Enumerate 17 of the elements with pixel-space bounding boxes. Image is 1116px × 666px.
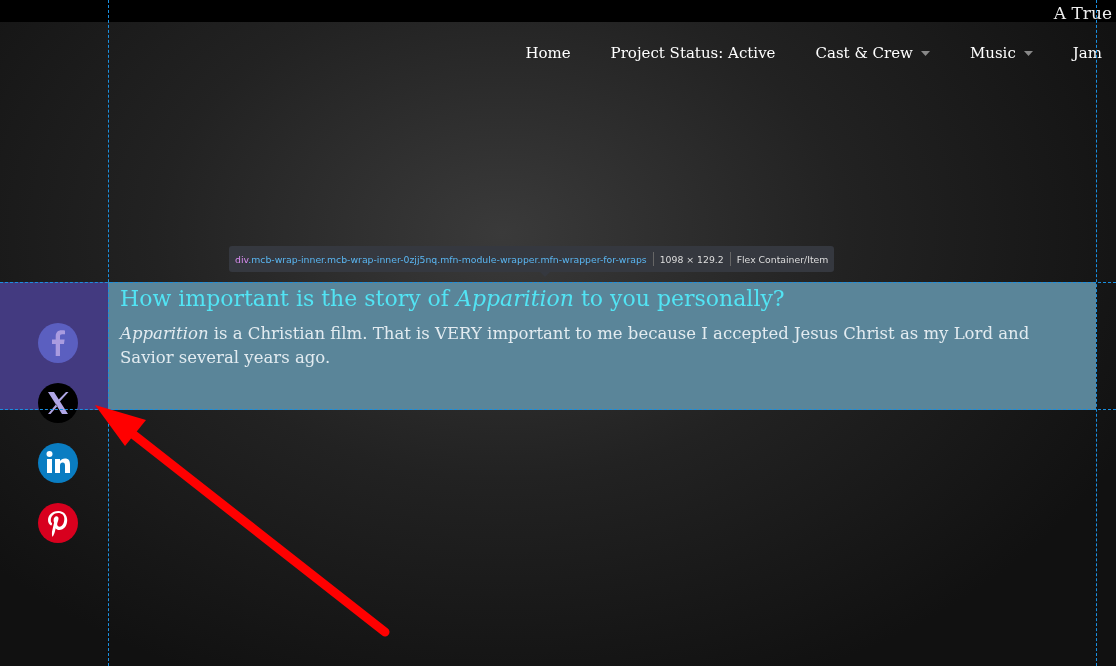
element-selector: div.mcb-wrap-inner.mcb-wrap-inner-0zjj5nq.mfn-module-wrapper.mfn-wrapper-for-wraps xyxy=(235,253,647,265)
nav-link[interactable]: Project Status: Active xyxy=(590,41,796,65)
element-role: Flex Container/Item xyxy=(736,253,829,265)
section-heading: How important is the story of Apparition to you personally? xyxy=(120,285,786,313)
nav-link[interactable]: Music xyxy=(949,41,1053,65)
caret-icon xyxy=(920,50,930,56)
nav-link[interactable]: Cast & Crew xyxy=(795,41,950,65)
nav-link[interactable]: Home xyxy=(505,41,591,65)
pinterest-icon[interactable] xyxy=(38,503,78,543)
section-paragraph: Apparition is a Christian film. That is VERY important to me because I accepted Jesus Christ as my Lord and Savior several years ago. xyxy=(120,323,1031,369)
nav-link[interactable]: Jam xyxy=(1052,41,1116,65)
caret-icon xyxy=(1023,50,1033,56)
x-icon[interactable] xyxy=(38,383,78,423)
site-title: A True xyxy=(1053,4,1112,22)
linkedin-icon[interactable] xyxy=(38,443,78,483)
element-size: 1098 × 129.2 xyxy=(659,253,724,265)
facebook-icon[interactable] xyxy=(38,323,78,363)
